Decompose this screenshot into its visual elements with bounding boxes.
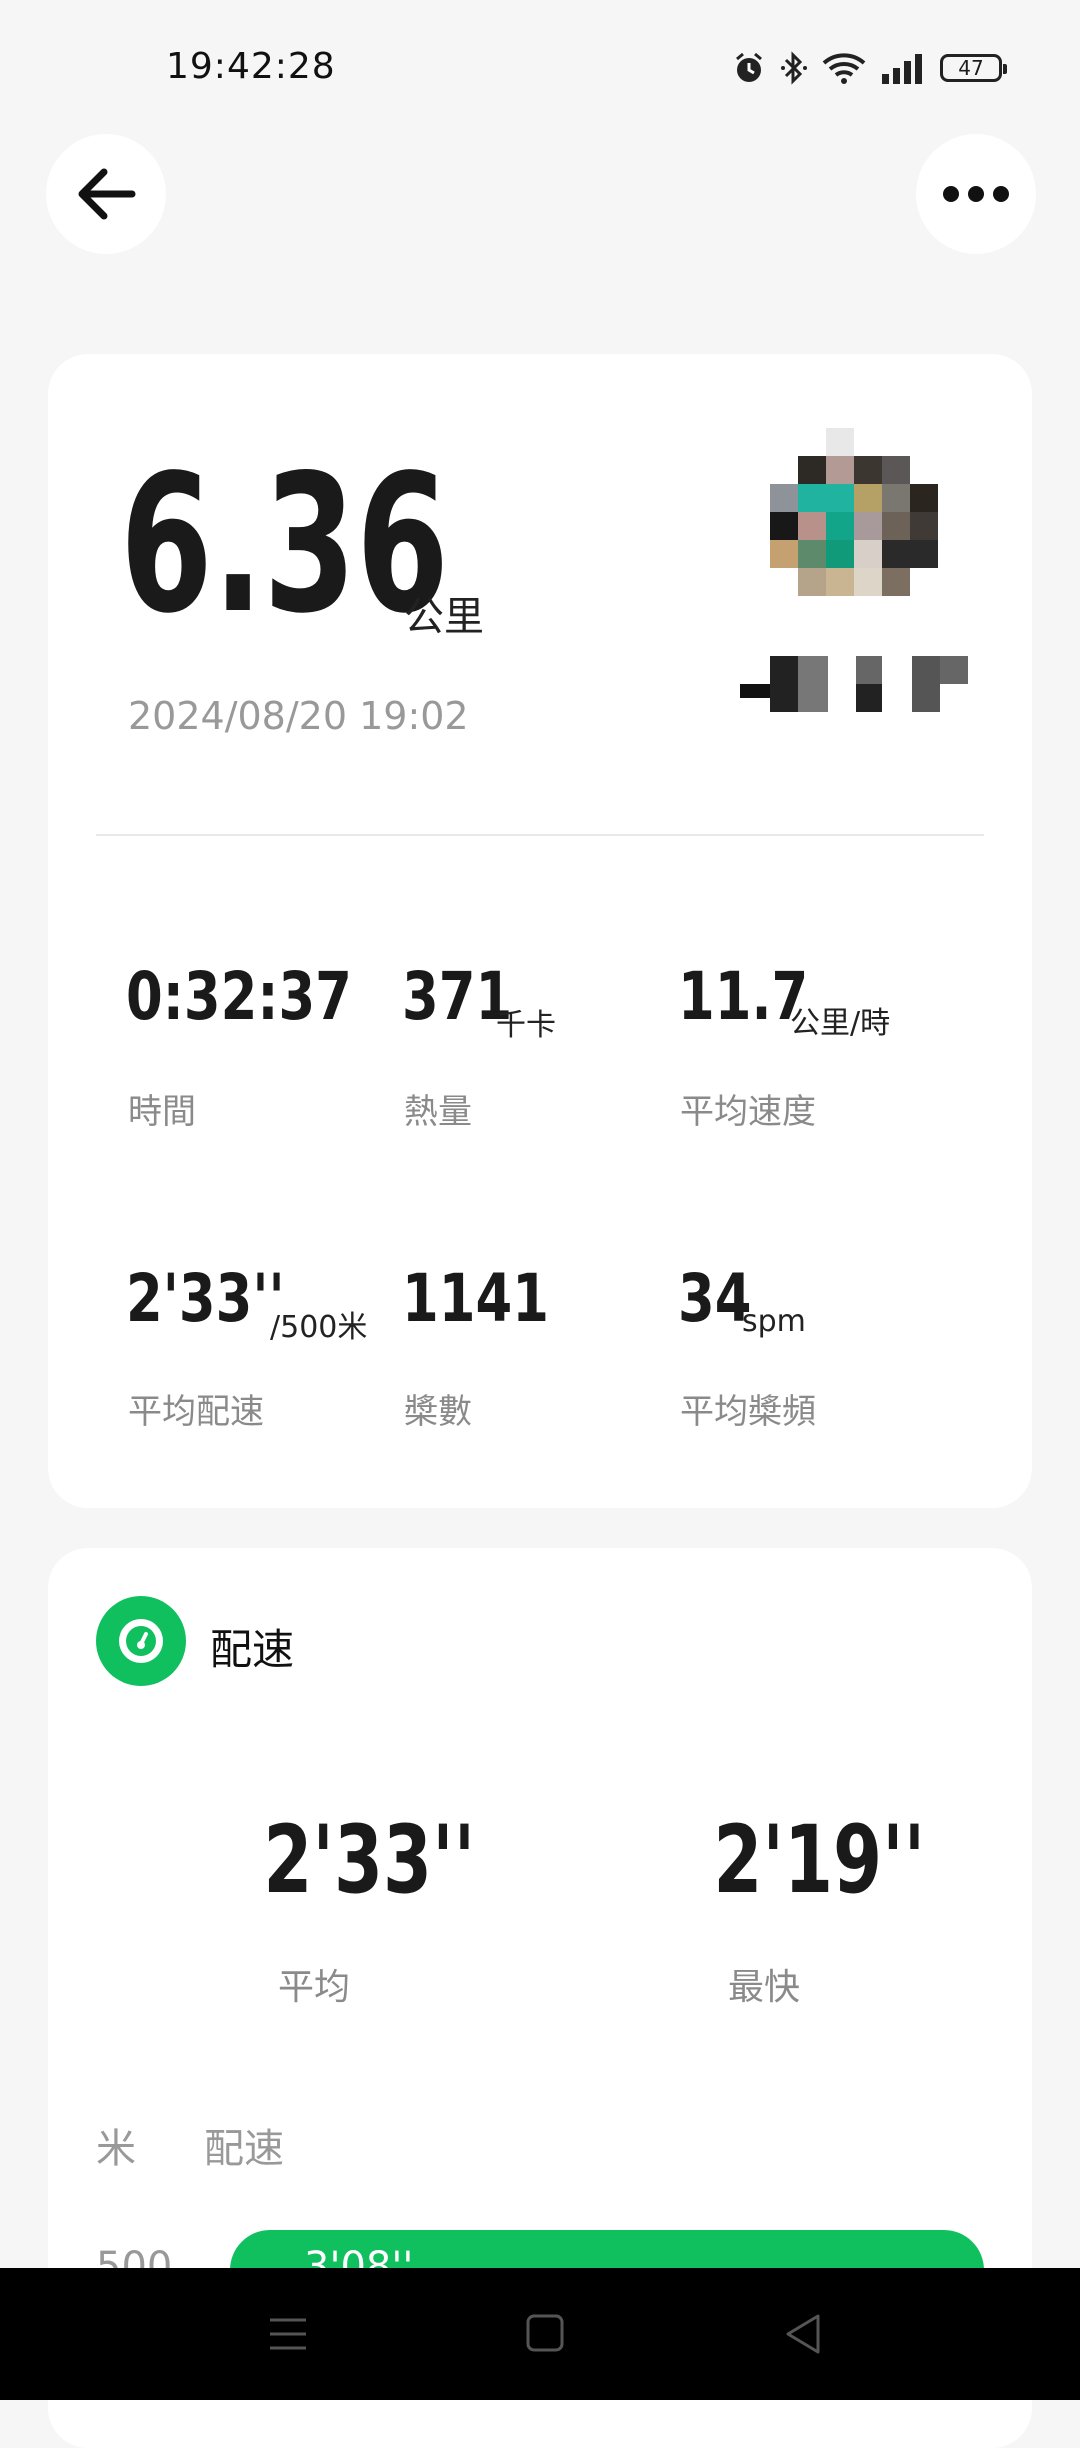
stat-time-label: 時間 [128, 1092, 196, 1132]
summary-divider [96, 834, 984, 836]
stat-stroke-rate-value: 34 [678, 1260, 752, 1337]
stat-calories-label: 熱量 [404, 1092, 472, 1132]
back-button[interactable] [46, 134, 166, 254]
distance-unit: 公里 [404, 594, 484, 640]
stat-strokes-value: 1141 [402, 1260, 549, 1337]
arrow-left-icon [78, 168, 136, 220]
bluetooth-icon [781, 51, 807, 85]
stat-avg-pace-value: 2'33'' [126, 1260, 285, 1337]
pace-section-icon-wrap [96, 1596, 186, 1686]
menu-icon[interactable] [268, 2316, 308, 2352]
speedometer-icon [119, 1619, 163, 1663]
pace-fastest-label: 最快 [728, 1967, 801, 2008]
stat-time-value: 0:32:37 [126, 958, 352, 1035]
pace-column-pace: 配速 [204, 2126, 284, 2172]
more-dots-icon [943, 186, 1009, 202]
stat-avg-pace-label: 平均配速 [128, 1392, 264, 1432]
stat-avg-speed-label: 平均速度 [680, 1092, 816, 1132]
signal-icon [882, 54, 922, 84]
stat-stroke-rate-unit: spm [742, 1304, 806, 1339]
pace-average: 2'33'' [228, 1806, 511, 1915]
stat-avg-speed-unit: 公里/時 [790, 1006, 891, 1041]
stat-avg-pace-unit: /500米 [270, 1310, 368, 1345]
stat-strokes-label: 槳數 [404, 1392, 472, 1432]
battery-level: 47 [958, 56, 984, 80]
stat-stroke-rate-label: 平均槳頻 [680, 1392, 816, 1432]
distance-value: 6.36 [120, 434, 449, 655]
pace-average-label: 平均 [278, 1967, 351, 2008]
device-name-blurred [740, 656, 970, 714]
stat-strokes: 1141 [402, 1260, 586, 1337]
status-time: 19:42:28 [166, 46, 336, 87]
alarm-icon [736, 52, 762, 82]
workout-datetime: 2024/08/20 19:02 [128, 694, 469, 738]
device-image [770, 428, 938, 596]
pace-average-value: 2'33'' [263, 1806, 476, 1915]
pace-fastest-value: 2'19'' [713, 1806, 926, 1915]
system-nav-bar [0, 2268, 1080, 2400]
stat-time: 0:32:37 [126, 958, 408, 1035]
pace-fastest: 2'19'' [678, 1806, 961, 1915]
pace-column-distance: 米 [96, 2126, 136, 2172]
back-nav-icon[interactable] [784, 2314, 822, 2354]
home-icon[interactable] [526, 2314, 564, 2352]
stat-avg-speed-value: 11.7 [678, 958, 809, 1035]
battery-icon: 47 [940, 54, 1007, 82]
pace-section-title: 配速 [210, 1625, 295, 1674]
more-button[interactable] [916, 134, 1036, 254]
wifi-icon [822, 53, 866, 84]
status-icons: 47 [732, 50, 1007, 86]
stat-calories-unit: 千卡 [496, 1008, 556, 1043]
